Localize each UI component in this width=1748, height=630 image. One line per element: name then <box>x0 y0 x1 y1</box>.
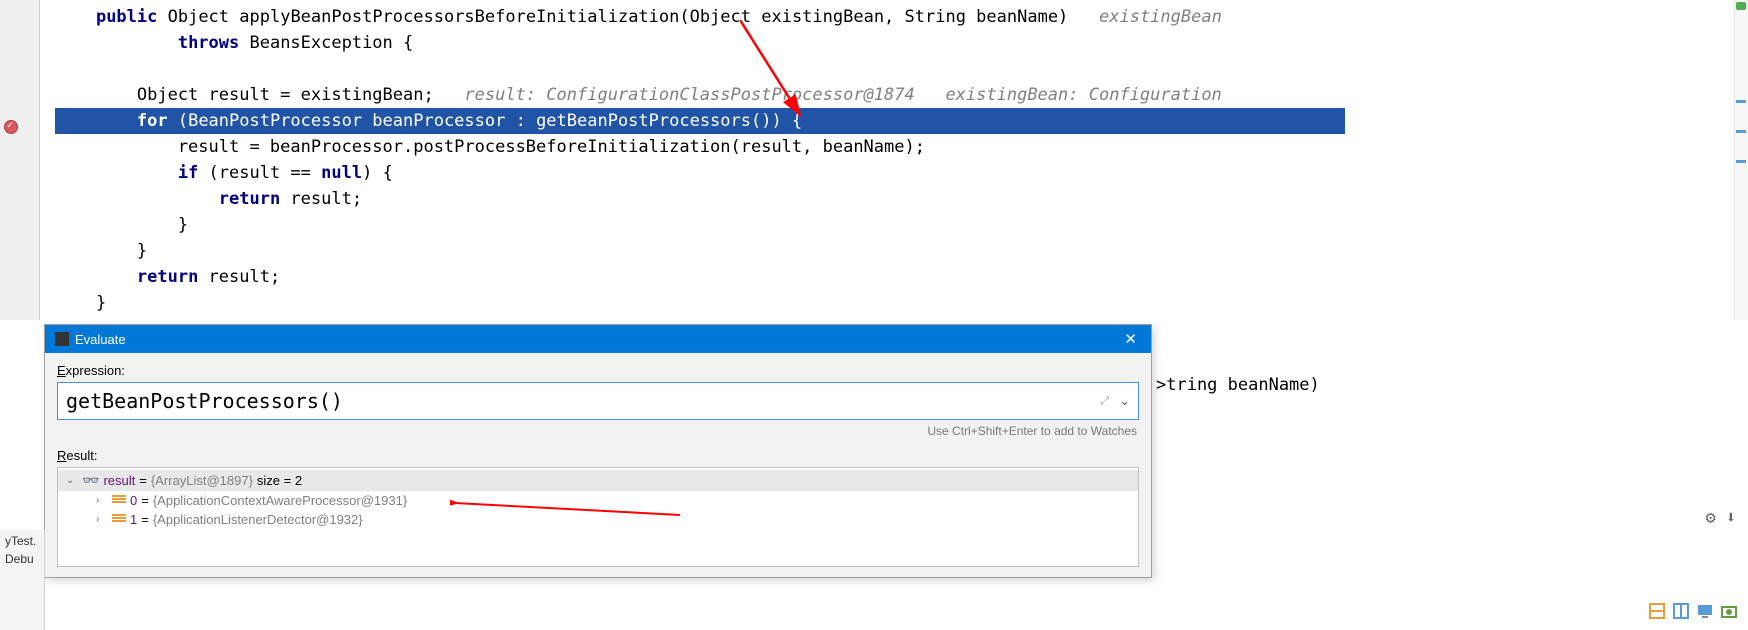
expander-icon[interactable]: › <box>96 495 108 506</box>
object-icon <box>112 514 126 526</box>
expression-label: Expression: <box>57 363 1139 378</box>
keyword: throws <box>178 33 239 53</box>
execution-line: for (BeanPostProcessor beanProcessor : g… <box>55 108 1345 134</box>
background-code-text: >tring beanName) <box>1156 375 1320 395</box>
overview-mark <box>1736 160 1746 163</box>
dialog-title-text: Evaluate <box>75 332 126 347</box>
overview-mark <box>1736 100 1746 103</box>
var-text: = <box>141 512 149 527</box>
code-text: result = beanProcessor.postProcessBefore… <box>55 137 925 157</box>
code-text: result; <box>280 189 362 209</box>
status-green-mark <box>1736 2 1746 10</box>
close-icon[interactable]: ✕ <box>1120 330 1141 348</box>
code-text: ) { <box>362 163 393 183</box>
inline-hint: result: ConfigurationClassPostProcessor@… <box>434 85 1222 105</box>
tree-row[interactable]: › 1 = {ApplicationListenerDetector@1932} <box>58 510 1138 529</box>
keyword: return <box>219 189 280 209</box>
var-name: result <box>103 473 135 488</box>
code-text: } <box>55 241 147 261</box>
chevron-down-icon[interactable]: ⌄ <box>1113 393 1136 409</box>
object-icon <box>112 495 126 507</box>
method-signature: applyBeanPostProcessorsBeforeInitializat… <box>239 7 1068 27</box>
var-text: = <box>139 473 147 488</box>
expander-icon[interactable]: ⌄ <box>66 475 78 486</box>
monitor-icon[interactable] <box>1696 602 1714 620</box>
var-text: size = 2 <box>257 473 302 488</box>
var-type: {ArrayList@1897} <box>151 473 253 488</box>
layout-icon[interactable] <box>1672 602 1690 620</box>
breakpoint-icon[interactable] <box>4 120 18 134</box>
watch-icon: 👓 <box>82 472 99 489</box>
keyword: public <box>96 7 157 27</box>
evaluate-dialog: Evaluate ✕ Expression: ⤢ ⌄ Use Ctrl+Shif… <box>44 324 1152 578</box>
inline-hint: existingBean <box>1068 7 1222 27</box>
expression-input[interactable] <box>60 385 1096 417</box>
code-text <box>55 189 219 209</box>
keyword: null <box>321 163 362 183</box>
keyword: return <box>137 267 198 287</box>
overview-mark <box>1736 130 1746 133</box>
code-text: Object result = existingBean; <box>55 85 434 105</box>
tree-row[interactable]: › 0 = {ApplicationContextAwareProcessor@… <box>58 491 1138 510</box>
tab-test[interactable]: yTest. <box>2 532 42 550</box>
shortcut-hint: Use Ctrl+Shift+Enter to add to Watches <box>57 420 1139 448</box>
camera-icon[interactable] <box>1720 602 1738 620</box>
result-tree[interactable]: ⌄ 👓 result = {ArrayList@1897} size = 2 ›… <box>57 467 1139 567</box>
tab-debug[interactable]: Debu <box>2 550 42 568</box>
expression-input-wrap: ⤢ ⌄ <box>57 382 1139 420</box>
tree-root-row[interactable]: ⌄ 👓 result = {ArrayList@1897} size = 2 <box>58 470 1138 491</box>
left-tool-tabs: yTest. Debu <box>0 530 45 630</box>
code-text: (result == <box>198 163 321 183</box>
keyword: for <box>137 111 168 131</box>
layout-icon[interactable] <box>1648 602 1666 620</box>
code-text <box>55 7 96 27</box>
code-text: } <box>55 215 188 235</box>
editor-gutter <box>0 0 40 320</box>
var-type: {ApplicationContextAwareProcessor@1931} <box>153 493 407 508</box>
app-icon <box>55 332 69 346</box>
download-icon[interactable]: ⬇ <box>1726 508 1736 528</box>
code-text: } <box>55 293 106 313</box>
code-text: Object <box>157 7 239 27</box>
code-text <box>55 163 178 183</box>
expander-icon[interactable]: › <box>96 514 108 525</box>
expand-icon[interactable]: ⤢ <box>1096 395 1113 408</box>
result-label: Result: <box>57 448 1139 463</box>
code-text <box>55 267 137 287</box>
code-text: (BeanPostProcessor beanProcessor : getBe… <box>168 111 803 131</box>
panel-toolbar: ⚙ ⬇ <box>1706 508 1737 528</box>
var-name: 1 <box>130 512 137 527</box>
var-name: 0 <box>130 493 137 508</box>
gear-icon[interactable]: ⚙ <box>1706 508 1716 528</box>
var-type: {ApplicationListenerDetector@1932} <box>153 512 363 527</box>
code-text <box>55 33 178 53</box>
var-text: = <box>141 493 149 508</box>
code-text <box>55 111 137 131</box>
right-margin-overview <box>1734 0 1748 320</box>
keyword: if <box>178 163 198 183</box>
code-content[interactable]: public Object applyBeanPostProcessorsBef… <box>55 4 1345 316</box>
code-text: result; <box>198 267 280 287</box>
code-text: BeansException { <box>239 33 413 53</box>
dialog-titlebar[interactable]: Evaluate ✕ <box>45 325 1151 353</box>
bottom-right-toolbar <box>1648 602 1738 620</box>
code-editor[interactable]: public Object applyBeanPostProcessorsBef… <box>0 0 1748 320</box>
